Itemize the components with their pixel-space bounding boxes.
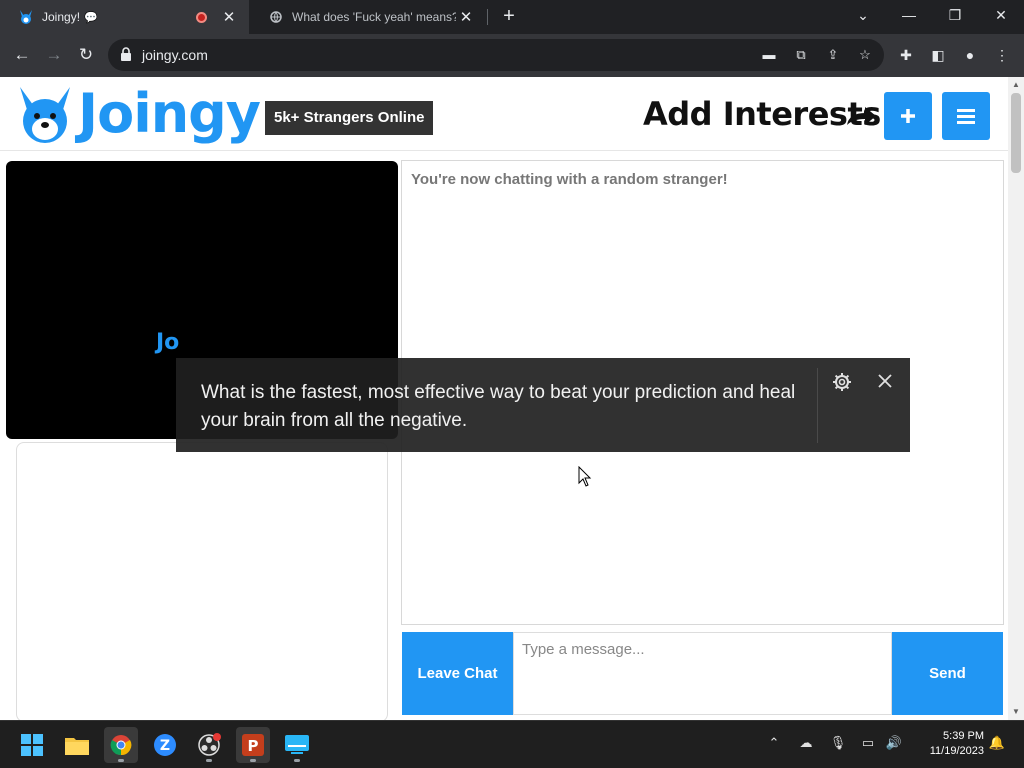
gear-icon[interactable] (832, 372, 852, 392)
side-panel-icon[interactable]: ◧ (927, 44, 949, 66)
close-window-icon[interactable]: ✕ (978, 0, 1024, 34)
lock-icon (121, 47, 131, 61)
camera-icon[interactable]: ▬ (760, 46, 778, 64)
tab-fuck-yeah[interactable]: What does 'Fuck yeah' means? - ✕ (250, 0, 486, 34)
joingy-logo[interactable]: Joingy (14, 83, 261, 145)
running-indicator (294, 759, 300, 762)
close-tab-icon[interactable]: ✕ (456, 8, 476, 26)
minimize-icon[interactable]: — (886, 0, 932, 34)
online-count-badge: 5k+ Strangers Online (265, 101, 434, 135)
bunny-logo-icon (20, 87, 70, 143)
profile-icon[interactable]: ● (959, 44, 981, 66)
send-button[interactable]: Send (892, 632, 1003, 715)
site-header: Joingy 5k+ Strangers Online Add Interest… (0, 77, 1008, 151)
kebab-menu-icon[interactable]: ⋮ (991, 44, 1013, 66)
screen-app-icon[interactable] (280, 727, 314, 763)
chrome-icon[interactable] (104, 727, 138, 763)
tab-title: What does 'Fuck yeah' means? - (292, 10, 456, 24)
recording-icon (196, 11, 207, 23)
windows-taskbar: Z P ⌃ ☁ 🎙 ▭ 🔊 5:39 PM 11/19/2023 🔔 (0, 720, 1024, 768)
notification-bell-icon[interactable]: 🔔 (987, 735, 1007, 751)
scrollbar-thumb[interactable] (1011, 93, 1021, 173)
clock-date: 11/19/2023 (929, 745, 984, 757)
mouse-cursor-icon (578, 466, 592, 487)
tab-search-chevron-icon[interactable]: ⌄ (840, 0, 886, 34)
clock[interactable]: 5:39 PM 11/19/2023 (916, 729, 984, 759)
joingy-favicon-icon (18, 9, 34, 25)
clock-time: 5:39 PM (943, 730, 984, 742)
tab-title: Joingy! (42, 10, 81, 24)
url-text: joingy.com (142, 47, 208, 63)
extensions-puzzle-icon[interactable]: ✚ (895, 44, 917, 66)
scroll-down-icon[interactable]: ▼ (1008, 704, 1024, 720)
obs-app-icon[interactable] (192, 727, 226, 763)
hamburger-menu-icon (957, 109, 975, 124)
start-windows-icon[interactable] (15, 727, 49, 763)
live-caption-overlay: What is the fastest, most effective way … (176, 358, 910, 452)
tab-separator (487, 9, 488, 25)
page-scrollbar[interactable]: ▲ ▼ (1008, 77, 1024, 720)
zoom-app-icon[interactable]: Z (148, 727, 182, 763)
running-indicator (206, 759, 212, 762)
address-bar[interactable]: joingy.com ▬ ⧉ ⇪ ☆ (108, 39, 884, 71)
active-indicator (118, 759, 124, 762)
browser-toolbar: ← → ↻ joingy.com ▬ ⧉ ⇪ ☆ (0, 34, 1024, 77)
new-tab-plus-icon[interactable]: + (498, 5, 520, 27)
plus-icon (901, 109, 915, 123)
curved-arrow-icon (847, 107, 876, 125)
add-interest-button[interactable] (884, 92, 932, 140)
volume-icon[interactable]: 🔊 (884, 735, 904, 751)
partial-logo-text: Jo (156, 330, 180, 355)
onedrive-offline-icon[interactable]: ☁ (796, 735, 816, 751)
share-icon[interactable]: ⇪ (824, 46, 842, 64)
forward-arrow-icon[interactable]: → (41, 42, 67, 68)
presentation-app-icon[interactable]: P (236, 727, 270, 763)
globe-favicon-icon (268, 9, 284, 25)
active-indicator (250, 759, 256, 762)
open-in-icon[interactable]: ⧉ (792, 46, 810, 64)
svg-text:Z: Z (160, 738, 170, 754)
restore-icon[interactable]: ❐ (932, 0, 978, 34)
menu-button[interactable] (942, 92, 990, 140)
self-video-panel (16, 442, 388, 720)
scroll-up-icon[interactable]: ▲ (1008, 77, 1024, 93)
browser-tabstrip: Joingy! 💬 ✕ What does 'Fuck yeah' means?… (0, 0, 1024, 34)
close-icon[interactable] (876, 372, 894, 390)
close-tab-icon[interactable]: ✕ (219, 8, 239, 26)
logo-text: Joingy (78, 82, 261, 145)
chat-bubble-icon: 💬 (84, 11, 98, 24)
caption-text: What is the fastest, most effective way … (201, 382, 796, 431)
leave-chat-button[interactable]: Leave Chat (402, 632, 513, 715)
caption-divider (817, 368, 818, 443)
svg-text:P: P (248, 737, 259, 755)
network-icon[interactable]: ▭ (858, 735, 878, 751)
system-message: You're now chatting with a random strang… (411, 171, 728, 188)
tab-joingy[interactable]: Joingy! 💬 ✕ (0, 0, 249, 34)
bookmark-star-icon[interactable]: ☆ (856, 46, 874, 64)
back-arrow-icon[interactable]: ← (9, 42, 35, 68)
message-input[interactable] (513, 632, 892, 715)
reload-icon[interactable]: ↻ (73, 42, 99, 68)
file-explorer-icon[interactable] (60, 727, 94, 763)
microphone-icon[interactable]: 🎙 (828, 735, 848, 751)
tray-chevron-up-icon[interactable]: ⌃ (764, 735, 784, 751)
